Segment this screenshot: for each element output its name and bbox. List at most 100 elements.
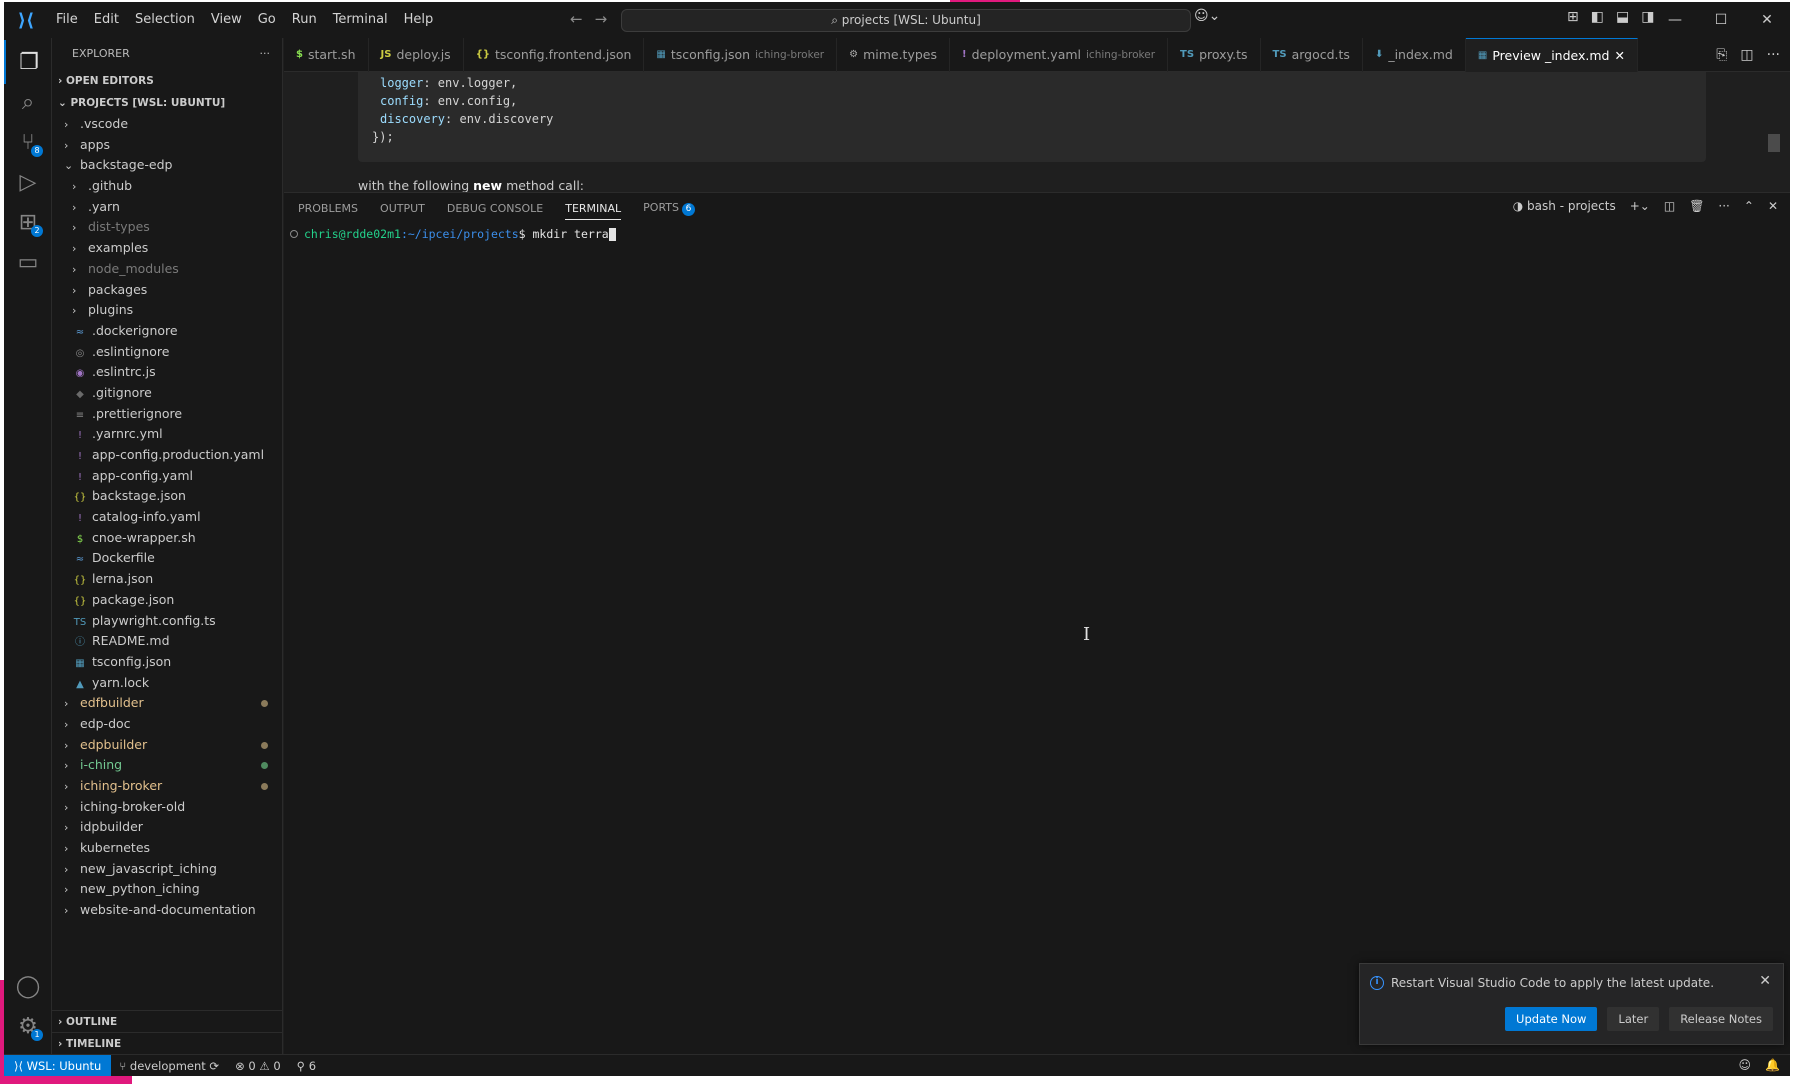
editor-tab[interactable]: TS proxy.ts — [1168, 38, 1261, 72]
explorer-icon[interactable]: ❐ — [4, 40, 52, 84]
notifications-bell-icon[interactable]: 🔔 — [1765, 1058, 1780, 1072]
folder-item[interactable]: › new_javascript_iching — [52, 859, 282, 880]
close-panel-icon[interactable]: ✕ — [1768, 199, 1778, 213]
copilot-status-icon[interactable]: ☺ — [1739, 1058, 1752, 1072]
more-actions-icon[interactable]: ··· — [1718, 199, 1729, 213]
folder-item[interactable]: › i-ching — [52, 755, 282, 776]
file-item[interactable]: ! app-config.yaml — [52, 466, 282, 487]
menu-run[interactable]: Run — [284, 2, 325, 38]
file-item[interactable]: ! .yarnrc.yml — [52, 424, 282, 445]
new-terminal-icon[interactable]: +⌄ — [1630, 199, 1650, 213]
editor-tab[interactable]: ▦ tsconfig.json iching-broker — [644, 38, 838, 72]
update-now-button[interactable]: Update Now — [1505, 1007, 1598, 1031]
folder-item[interactable]: › edfbuilder — [52, 693, 282, 714]
remote-explorer-icon[interactable]: ▭ — [4, 240, 52, 284]
git-branch[interactable]: ⑂ development ⟳ — [111, 1059, 227, 1073]
more-actions-icon[interactable]: ··· — [260, 38, 271, 70]
command-center-search[interactable]: ⌕ projects [WSL: Ubuntu] — [621, 9, 1191, 32]
problems-count[interactable]: ⊗ 0 ⚠ 0 — [227, 1059, 289, 1073]
folder-item[interactable]: › edp-doc — [52, 714, 282, 735]
maximize-button[interactable]: ☐ — [1698, 2, 1744, 38]
folder-item[interactable]: › apps — [52, 135, 282, 156]
minimize-button[interactable]: — — [1652, 2, 1698, 38]
folder-item[interactable]: › edpbuilder — [52, 735, 282, 756]
open-editors-section[interactable]: › OPEN EDITORS — [52, 70, 282, 92]
remote-indicator[interactable]: ⟩⟨ WSL: Ubuntu — [4, 1054, 112, 1076]
terminal-selector[interactable]: ◑ bash - projects — [1513, 199, 1616, 213]
copilot-icon[interactable]: ☺⌄ — [1194, 8, 1220, 24]
open-source-icon[interactable]: ⎘ — [1716, 47, 1727, 63]
folder-item[interactable]: › website-and-documentation — [52, 900, 282, 921]
folder-item[interactable]: › .github — [52, 176, 282, 197]
later-button[interactable]: Later — [1607, 1007, 1660, 1031]
editor-tab[interactable]: TS argocd.ts — [1261, 38, 1363, 72]
run-debug-icon[interactable]: ▷ — [4, 160, 52, 204]
folder-item[interactable]: › examples — [52, 238, 282, 259]
file-item[interactable]: ▲ yarn.lock — [52, 673, 282, 694]
terminal-output[interactable]: chris@rdde02m1:~/ipcei/projects$ mkdir t… — [290, 227, 616, 241]
forwarded-ports[interactable]: ⚲ 6 — [289, 1059, 324, 1073]
search-icon[interactable]: ⌕ — [4, 80, 52, 124]
projects-section[interactable]: ⌄ PROJECTS [WSL: UBUNTU] — [52, 92, 282, 114]
folder-item[interactable]: ⌄ backstage-edp — [52, 155, 282, 176]
close-notification-icon[interactable]: ✕ — [1759, 973, 1771, 989]
menu-terminal[interactable]: Terminal — [325, 2, 396, 38]
folder-item[interactable]: › plugins — [52, 300, 282, 321]
file-item[interactable]: ≈ Dockerfile — [52, 548, 282, 569]
menu-edit[interactable]: Edit — [86, 2, 127, 38]
folder-item[interactable]: › kubernetes — [52, 838, 282, 859]
editor-tab[interactable]: ⬇ _index.md — [1363, 38, 1466, 72]
file-item[interactable]: TS playwright.config.ts — [52, 611, 282, 632]
customize-layout-icon[interactable]: ⊞ — [1567, 9, 1579, 25]
panel-tab-output[interactable]: OUTPUT — [380, 202, 425, 215]
editor-tab[interactable]: ⚙ mime.types — [837, 38, 950, 72]
panel-tab-ports[interactable]: PORTS 6 — [643, 201, 695, 216]
toggle-sidebar-icon[interactable]: ◧ — [1591, 9, 1604, 25]
menu-go[interactable]: Go — [250, 2, 284, 38]
editor-tab[interactable]: ▦ Preview _index.md ✕ — [1465, 38, 1638, 73]
file-item[interactable]: ≡ .prettierignore — [52, 404, 282, 425]
scrollbar-thumb[interactable] — [1768, 134, 1780, 152]
menu-file[interactable]: File — [48, 2, 86, 38]
folder-item[interactable]: › packages — [52, 280, 282, 301]
file-item[interactable]: ≈ .dockerignore — [52, 321, 282, 342]
editor-tab[interactable]: ! deployment.yaml iching-broker — [950, 38, 1169, 72]
file-item[interactable]: ▦ tsconfig.json — [52, 652, 282, 673]
folder-item[interactable]: › .yarn — [52, 197, 282, 218]
kill-terminal-icon[interactable]: 🗑 — [1689, 199, 1704, 213]
folder-item[interactable]: › iching-broker — [52, 776, 282, 797]
folder-item[interactable]: › dist-types — [52, 217, 282, 238]
folder-item[interactable]: › iching-broker-old — [52, 797, 282, 818]
close-window-button[interactable]: ✕ — [1744, 2, 1790, 38]
file-item[interactable]: {} backstage.json — [52, 486, 282, 507]
editor-tab[interactable]: $ start.sh — [284, 38, 369, 72]
menu-selection[interactable]: Selection — [127, 2, 203, 38]
account-icon[interactable]: ◯ — [4, 964, 52, 1008]
folder-item[interactable]: › new_python_iching — [52, 879, 282, 900]
file-item[interactable]: ! app-config.production.yaml — [52, 445, 282, 466]
editor-tab[interactable]: JS deploy.js — [369, 38, 464, 72]
file-item[interactable]: ! catalog-info.yaml — [52, 507, 282, 528]
menu-view[interactable]: View — [203, 2, 250, 38]
file-item[interactable]: ◉ .eslintrc.js — [52, 362, 282, 383]
close-tab-icon[interactable]: ✕ — [1615, 39, 1625, 73]
more-actions-icon[interactable]: ··· — [1767, 47, 1780, 63]
maximize-panel-icon[interactable]: ⌃ — [1744, 199, 1754, 213]
toggle-panel-icon[interactable]: ⬓ — [1616, 9, 1629, 25]
source-control-icon[interactable]: ⑂ 8 — [4, 120, 52, 164]
split-editor-icon[interactable]: ◫ — [1740, 47, 1753, 63]
editor-tab[interactable]: {} tsconfig.frontend.json — [464, 38, 645, 72]
file-item[interactable]: ◆ .gitignore — [52, 383, 282, 404]
folder-item[interactable]: › idpbuilder — [52, 817, 282, 838]
folder-item[interactable]: › node_modules — [52, 259, 282, 280]
outline-section[interactable]: › OUTLINE — [52, 1010, 282, 1032]
back-arrow-icon[interactable]: ← — [570, 10, 595, 28]
file-item[interactable]: {} lerna.json — [52, 569, 282, 590]
menu-help[interactable]: Help — [396, 2, 442, 38]
release-notes-button[interactable]: Release Notes — [1669, 1007, 1773, 1031]
file-item[interactable]: $ cnoe-wrapper.sh — [52, 528, 282, 549]
panel-tab-terminal[interactable]: TERMINAL — [565, 202, 622, 220]
timeline-section[interactable]: › TIMELINE — [52, 1032, 282, 1054]
file-item[interactable]: ⓘ README.md — [52, 631, 282, 652]
markdown-preview[interactable]: logger: env.logger, config: env.config, di… — [284, 72, 1790, 192]
